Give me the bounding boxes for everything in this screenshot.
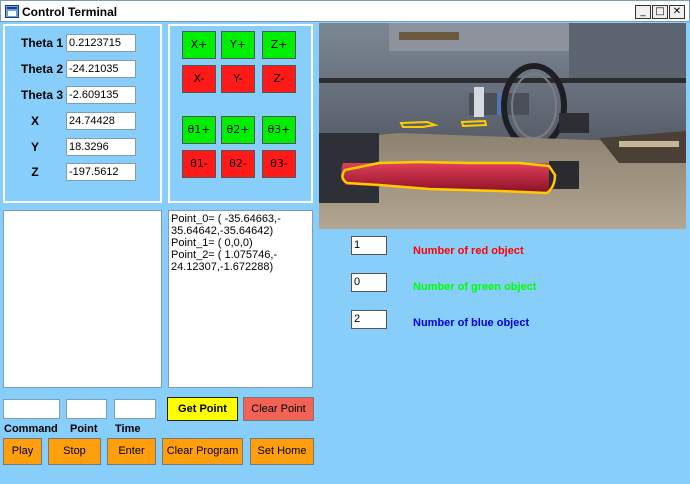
theta3-label: Theta 3: [20, 88, 63, 102]
window-title: Control Terminal: [22, 5, 118, 19]
y-field[interactable]: 18.3296: [66, 138, 136, 156]
x-field[interactable]: 24.74428: [66, 112, 136, 130]
x-minus-button[interactable]: X-: [182, 65, 216, 93]
set-home-button[interactable]: Set Home: [250, 438, 314, 465]
get-point-button[interactable]: Get Point: [167, 397, 238, 421]
command-label: Command: [4, 423, 58, 435]
x-plus-button[interactable]: X+: [182, 31, 216, 59]
y-label: Y: [30, 140, 39, 154]
minimize-button[interactable]: _: [635, 5, 651, 19]
red-count-label: Number of red object: [413, 245, 524, 257]
point-input[interactable]: [66, 399, 107, 419]
green-count-field[interactable]: 0: [351, 273, 387, 292]
point-label: Point: [70, 423, 98, 435]
theta2-plus-button[interactable]: θ2+: [221, 116, 255, 144]
points-log-line: Point_0= ( -35.64663,-: [171, 213, 281, 225]
app-window-icon: [5, 5, 19, 18]
title-bar: Control Terminal _ □ ✕: [0, 0, 690, 22]
command-input[interactable]: [3, 399, 60, 419]
points-log-line: Point_1= ( 0,0,0): [171, 237, 253, 249]
maximize-button[interactable]: □: [652, 5, 668, 19]
y-plus-button[interactable]: Y+: [221, 31, 255, 59]
x-label: X: [30, 114, 39, 128]
time-label: Time: [115, 423, 141, 435]
points-log-line: Point_2= ( 1.075746,-: [171, 249, 278, 261]
points-log-line: 24.12307,-1.672288): [171, 261, 274, 273]
theta3-field[interactable]: -2.609135: [66, 86, 136, 104]
points-log-text: Point_0= ( -35.64663,- 35.64642,-35.6464…: [169, 211, 312, 275]
theta3-plus-button[interactable]: θ3+: [262, 116, 296, 144]
theta3-minus-button[interactable]: θ3-: [262, 150, 296, 178]
blue-count-label: Number of blue object: [413, 317, 530, 329]
points-log[interactable]: Point_0= ( -35.64663,- 35.64642,-35.6464…: [168, 210, 313, 388]
theta2-minus-button[interactable]: θ2-: [221, 150, 255, 178]
stop-button[interactable]: Stop: [48, 438, 101, 465]
clear-point-button[interactable]: Clear Point: [243, 397, 314, 421]
z-minus-button[interactable]: Z-: [262, 65, 296, 93]
blue-count-field[interactable]: 2: [351, 310, 387, 329]
theta1-minus-button[interactable]: θ1-: [182, 150, 216, 178]
close-button[interactable]: ✕: [669, 5, 685, 19]
theta1-field[interactable]: 0.2123715: [66, 34, 136, 52]
time-input[interactable]: [114, 399, 156, 419]
z-field[interactable]: -197.5612: [66, 163, 136, 181]
program-list[interactable]: [3, 210, 162, 388]
play-button[interactable]: Play: [3, 438, 42, 465]
points-log-line: 35.64642,-35.64642): [171, 225, 274, 237]
theta2-label: Theta 2: [20, 62, 63, 76]
green-count-label: Number of green object: [413, 281, 537, 293]
camera-view: [319, 23, 686, 229]
z-label: Z: [31, 165, 39, 179]
y-minus-button[interactable]: Y-: [221, 65, 255, 93]
clear-program-button[interactable]: Clear Program: [162, 438, 243, 465]
theta1-label: Theta 1: [20, 36, 63, 50]
z-plus-button[interactable]: Z+: [262, 31, 296, 59]
camera-frame-image: [319, 23, 686, 229]
theta1-plus-button[interactable]: θ1+: [182, 116, 216, 144]
red-count-field[interactable]: 1: [351, 236, 387, 255]
theta2-field[interactable]: -24.21035: [66, 60, 136, 78]
enter-button[interactable]: Enter: [107, 438, 156, 465]
